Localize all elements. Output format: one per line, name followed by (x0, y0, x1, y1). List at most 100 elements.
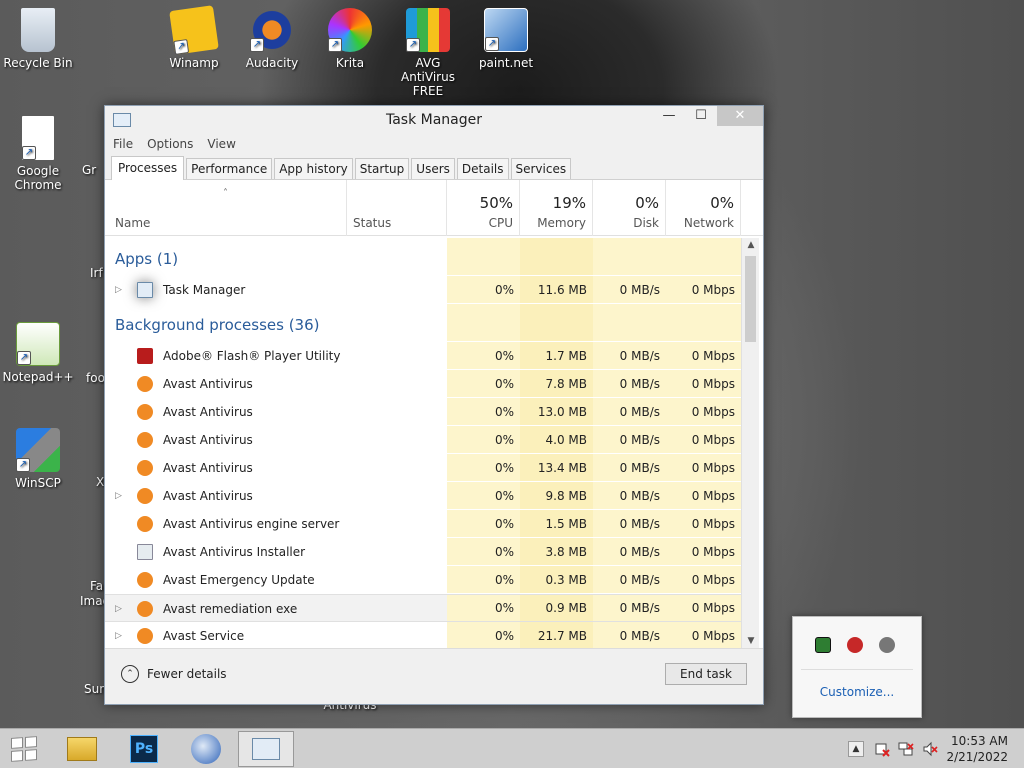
chevron-up-icon[interactable]: ⌃ (121, 665, 139, 683)
memory-cell: 3.8 MB (520, 538, 593, 565)
tab-startup[interactable]: Startup (354, 158, 410, 179)
desktop-icon-avg-antivirus[interactable]: ↗ AVG AntiVirus FREE (390, 8, 466, 98)
close-button[interactable]: ✕ (717, 106, 763, 126)
process-name: Avast Antivirus (163, 461, 253, 475)
end-task-button[interactable]: End task (665, 663, 747, 685)
tray-overflow-popup: Customize... (792, 616, 922, 718)
desktop-icon-partial[interactable]: Gr (82, 163, 106, 177)
desktop-icon-partial[interactable]: foo (86, 371, 106, 385)
network-cell: 0 Mbps (666, 595, 741, 621)
desktop-icon-notepadpp[interactable]: ↗ Notepad++ (0, 322, 76, 384)
desktop-icon-paint-net[interactable]: ↗ paint.net (468, 8, 544, 70)
avast-icon (137, 460, 153, 476)
desktop-icon-partial[interactable]: Imag (80, 594, 110, 608)
scroll-down-icon[interactable]: ▼ (742, 636, 760, 646)
taskmanager-icon (113, 113, 131, 127)
menu-file[interactable]: File (113, 137, 133, 151)
network-cell: 0 Mbps (666, 510, 741, 537)
column-header-name[interactable]: ˄ Name (105, 180, 347, 236)
scrollbar-thumb[interactable] (745, 256, 756, 342)
tray-app-icon[interactable] (847, 637, 863, 653)
process-row[interactable]: 0% 4.0 MB 0 MB/s 0 Mbps Avast Antivirus (105, 426, 741, 454)
group-header-apps[interactable]: Apps (1) (105, 238, 741, 276)
disk-cell: 0 MB/s (593, 595, 666, 621)
tab-processes[interactable]: Processes (111, 156, 185, 180)
disk-total: 0% (635, 194, 659, 212)
heat-cell (520, 304, 593, 341)
process-row[interactable]: 0% 0.3 MB 0 MB/s 0 Mbps Avast Emergency Upda… (105, 566, 741, 594)
expand-chevron-icon[interactable]: ▷ (115, 285, 122, 295)
maximize-button[interactable]: ☐ (685, 106, 717, 126)
process-row[interactable]: 0% 13.0 MB 0 MB/s 0 Mbps Avast Antivirus (105, 398, 741, 426)
desktop-icon-krita[interactable]: ↗ Krita (312, 8, 388, 70)
minimize-button[interactable]: — (653, 106, 685, 126)
process-row[interactable]: 0% 3.8 MB 0 MB/s 0 Mbps Avast Antivirus Inst… (105, 538, 741, 566)
tray-app-icon[interactable] (815, 637, 831, 653)
column-header-disk[interactable]: 0% Disk (593, 180, 666, 236)
desktop-icon-winscp[interactable]: ↗ WinSCP (0, 428, 76, 490)
cpu-cell: 0% (447, 566, 520, 593)
action-center-icon[interactable] (874, 741, 890, 757)
tab-services[interactable]: Services (510, 158, 572, 179)
process-row[interactable]: 0% 21.7 MB 0 MB/s 0 Mbps ▷ Avast Service (105, 622, 741, 648)
tab-details[interactable]: Details (456, 158, 509, 179)
heat-cell (593, 304, 666, 341)
customize-link[interactable]: Customize... (793, 685, 921, 699)
column-header-cpu[interactable]: 50% CPU (447, 180, 520, 236)
expand-chevron-icon[interactable]: ▷ (115, 491, 122, 501)
desktop-icon-recycle-bin[interactable]: Recycle Bin (0, 8, 76, 70)
avast-icon (137, 376, 153, 392)
group-title: Apps (1) (115, 250, 179, 268)
process-row[interactable]: 0% 1.7 MB 0 MB/s 0 Mbps Adobe® Flash® Player… (105, 342, 741, 370)
shortcut-arrow-icon: ↗ (17, 351, 31, 365)
process-row[interactable]: 0% 0.9 MB 0 MB/s 0 Mbps ▷ Avast remediation e… (105, 594, 741, 622)
process-row[interactable]: 0% 11.6 MB 0 MB/s 0 Mbps ▷ Task Manager (105, 276, 741, 304)
network-cell: 0 Mbps (666, 482, 741, 509)
desktop-icon-partial[interactable]: Sum (84, 682, 111, 696)
taskbar-file-explorer[interactable] (58, 731, 106, 767)
process-row[interactable]: 0% 13.4 MB 0 MB/s 0 Mbps Avast Antivirus (105, 454, 741, 482)
audacity-icon: ↗ (250, 8, 294, 52)
tab-app-history[interactable]: App history (274, 158, 353, 179)
tab-users[interactable]: Users (411, 158, 455, 179)
group-header-background[interactable]: Background processes (36) (105, 304, 741, 342)
process-row[interactable]: 0% 1.5 MB 0 MB/s 0 Mbps Avast Antivirus engi… (105, 510, 741, 538)
avast-icon (137, 601, 153, 617)
cpu-cell: 0% (447, 370, 520, 397)
scroll-up-icon[interactable]: ▲ (742, 240, 760, 250)
expand-chevron-icon[interactable]: ▷ (115, 604, 122, 614)
start-button[interactable] (0, 731, 48, 767)
process-name: Avast Emergency Update (163, 573, 315, 587)
taskbar-photoshop[interactable]: Ps (120, 731, 168, 767)
menu-view[interactable]: View (207, 137, 235, 151)
expand-chevron-icon[interactable]: ▷ (115, 631, 122, 641)
column-header-status[interactable]: Status (347, 180, 447, 236)
desktop-icon-google-chrome[interactable]: ↗ Google Chrome (0, 116, 76, 192)
divider (801, 669, 913, 670)
cpu-cell: 0% (447, 276, 520, 303)
cpu-total: 50% (479, 194, 513, 212)
taskbar-task-manager[interactable] (238, 731, 294, 767)
avast-tray-icon[interactable] (879, 637, 895, 653)
process-row[interactable]: 0% 9.8 MB 0 MB/s 0 Mbps ▷ Avast Antivirus (105, 482, 741, 510)
fewer-details-link[interactable]: Fewer details (147, 667, 227, 681)
column-header-memory[interactable]: 19% Memory (520, 180, 593, 236)
cpu-cell: 0% (447, 398, 520, 425)
network-total: 0% (710, 194, 734, 212)
cpu-cell: 0% (447, 342, 520, 369)
title-bar[interactable]: Task Manager — ☐ ✕ (105, 106, 763, 134)
desktop-icon-audacity[interactable]: ↗ Audacity (234, 8, 310, 70)
network-icon[interactable] (898, 741, 914, 757)
process-row[interactable]: 0% 7.8 MB 0 MB/s 0 Mbps Avast Antivirus (105, 370, 741, 398)
desktop-icon-winamp[interactable]: ↗ Winamp (156, 5, 232, 70)
vertical-scrollbar[interactable]: ▲ ▼ (741, 238, 759, 648)
heat-cell (447, 238, 520, 275)
tab-performance[interactable]: Performance (186, 158, 273, 179)
column-header-network[interactable]: 0% Network (666, 180, 741, 236)
taskbar-thunderbird[interactable] (182, 731, 230, 767)
show-hidden-icons-button[interactable]: ▲ (848, 741, 864, 757)
menu-options[interactable]: Options (147, 137, 193, 151)
system-clock[interactable]: 10:53 AM 2/21/2022 (946, 733, 1008, 765)
thunderbird-icon (191, 734, 221, 764)
volume-muted-icon[interactable] (922, 741, 938, 757)
